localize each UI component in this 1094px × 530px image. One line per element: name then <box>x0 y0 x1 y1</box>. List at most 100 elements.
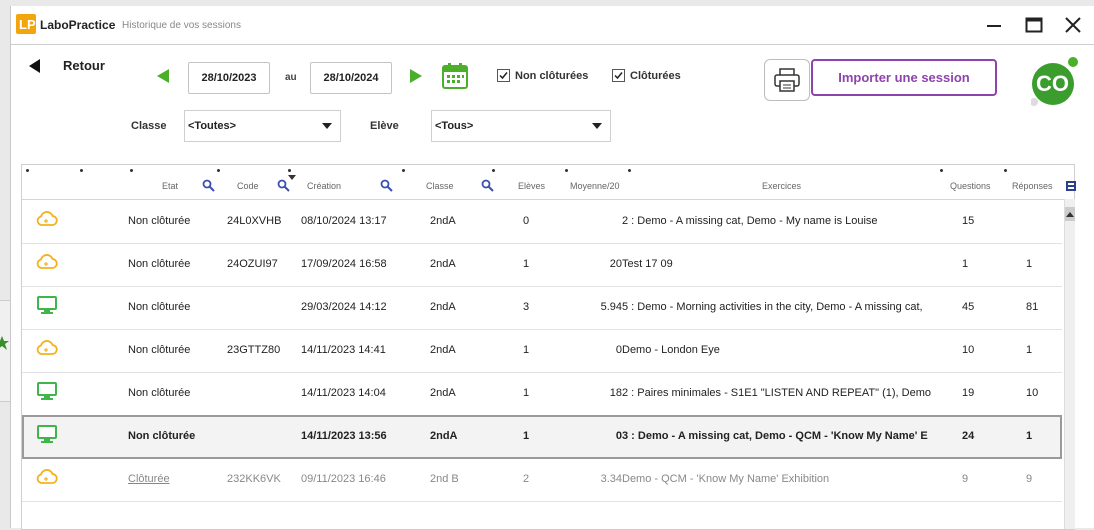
column-resize-handle[interactable] <box>130 169 133 172</box>
cell-moyenne: 18 <box>609 387 622 399</box>
cell-moyenne: 3.34 <box>600 473 622 485</box>
cell-exercices: 3 : Demo - A missing cat, Demo - QCM - '… <box>622 430 928 442</box>
column-header-moyenne[interactable]: Moyenne/20 <box>570 181 620 191</box>
minimize-button[interactable] <box>976 10 1012 40</box>
class-filter-select[interactable]: <Toutes> <box>184 110 341 142</box>
date-range-separator: au <box>285 72 297 83</box>
column-header-classe[interactable]: Classe <box>426 181 454 191</box>
cell-etat: Non clôturée <box>128 344 191 356</box>
column-header-etat[interactable]: Etat <box>162 181 178 191</box>
column-resize-handle[interactable] <box>1004 169 1007 172</box>
vertical-scrollbar[interactable] <box>1064 199 1075 529</box>
cell-questions: 10 <box>962 344 975 356</box>
cell-questions: 1 <box>962 258 969 270</box>
column-resize-handle[interactable] <box>217 169 220 172</box>
labopractice-logo-icon: LP <box>16 14 36 34</box>
app-name: LaboPractice <box>40 18 116 32</box>
cell-creation: 08/10/2024 13:17 <box>301 215 387 227</box>
column-resize-handle[interactable] <box>288 169 291 172</box>
maximize-icon <box>1025 17 1043 33</box>
cell-questions: 24 <box>962 430 975 442</box>
cell-exercices: Demo - London Eye <box>622 344 720 356</box>
cell-exercices: Demo - QCM - 'Know My Name' Exhibition <box>622 473 830 485</box>
filter-open-checkbox[interactable]: Non clôturées <box>497 69 588 82</box>
cell-exercices: Test 17 09 <box>622 258 673 270</box>
window-title: Historique de vos sessions <box>122 20 241 31</box>
local-session-monitor-icon <box>36 424 58 449</box>
column-resize-handle[interactable] <box>628 169 631 172</box>
cell-eleves: 1 <box>523 258 530 270</box>
student-filter-select[interactable]: <Tous> <box>431 110 611 142</box>
cell-questions: 15 <box>962 215 975 227</box>
cloud-session-icon <box>36 467 58 492</box>
column-header-code[interactable]: Code <box>237 181 259 191</box>
search-icon[interactable] <box>202 179 215 192</box>
date-from-field[interactable]: 28/10/2023 <box>188 62 270 94</box>
back-button[interactable]: Retour <box>29 58 105 73</box>
chevron-up-icon <box>1066 211 1074 217</box>
cell-moyenne: 0 <box>615 430 622 442</box>
user-avatar[interactable]: CO <box>1030 56 1081 106</box>
column-header-exercices[interactable]: Exercices <box>762 181 801 191</box>
filter-closed-checkbox[interactable]: Clôturées <box>612 69 681 82</box>
column-resize-handle[interactable] <box>80 169 83 172</box>
svg-text:LP: LP <box>19 17 36 32</box>
cell-classe: 2ndA <box>430 301 456 313</box>
cell-reponses: 1 <box>1026 430 1033 442</box>
next-date-arrow-icon[interactable] <box>410 69 422 83</box>
cloud-session-icon <box>36 209 58 234</box>
column-resize-handle[interactable] <box>402 169 405 172</box>
column-header-reponses[interactable]: Réponses <box>1012 181 1053 191</box>
search-icon[interactable] <box>380 179 393 192</box>
scroll-up-button[interactable] <box>1065 207 1075 221</box>
column-settings-icon[interactable] <box>1066 181 1076 191</box>
table-row[interactable]: Non clôturée 24L0XVHB 08/10/2024 13:17 2ndA… <box>22 200 1062 244</box>
table-row[interactable]: Non clôturée 23GTTZ80 14/11/2023 14:41 2ndA… <box>22 329 1062 373</box>
cell-eleves: 3 <box>523 301 530 313</box>
calendar-icon[interactable] <box>442 63 468 89</box>
column-header-eleves[interactable]: Elèves <box>518 181 545 191</box>
close-button[interactable] <box>1055 10 1091 40</box>
table-row[interactable]: Non clôturée 14/11/2023 13:56 2ndA 1 0 3 : De… <box>22 415 1062 459</box>
cell-reponses: 81 <box>1026 301 1039 313</box>
column-resize-handle[interactable] <box>940 169 943 172</box>
cell-reponses: 1 <box>1026 258 1033 270</box>
column-header-creation[interactable]: Création <box>307 181 341 191</box>
table-row[interactable]: Clôturée 232KK6VK 09/11/2023 16:46 2nd B 2 3.… <box>22 458 1062 502</box>
cell-etat: Non clôturée <box>128 387 191 399</box>
cell-classe: 2ndA <box>430 258 456 270</box>
column-header-questions[interactable]: Questions <box>950 181 991 191</box>
cell-reponses: 9 <box>1026 473 1033 485</box>
date-to-field[interactable]: 28/10/2024 <box>310 62 392 94</box>
local-session-monitor-icon <box>36 295 58 320</box>
table-row[interactable]: Non clôturée 29/03/2024 14:12 2ndA 3 5.94 5 :… <box>22 286 1062 330</box>
search-icon[interactable] <box>277 179 290 192</box>
minimize-icon <box>987 25 1001 27</box>
cell-creation: 14/11/2023 14:04 <box>301 387 386 399</box>
cell-code: 23GTTZ80 <box>227 344 281 356</box>
cell-classe: 2ndA <box>430 215 456 227</box>
cell-eleves: 1 <box>523 430 530 442</box>
cell-moyenne: 0 <box>615 344 622 356</box>
checkbox-checked-icon <box>612 69 625 82</box>
column-resize-handle[interactable] <box>492 169 495 172</box>
back-label: Retour <box>63 58 105 73</box>
import-session-button[interactable]: Importer une session <box>811 59 997 96</box>
title-bar: LP LaboPractice Historique de vos sessio… <box>11 6 1094 45</box>
column-resize-handle[interactable] <box>565 169 568 172</box>
print-button[interactable] <box>764 59 810 101</box>
cell-creation: 29/03/2024 14:12 <box>301 301 387 313</box>
cell-creation: 14/11/2023 13:56 <box>301 430 387 442</box>
cell-exercices: 2 : Paires minimales - S1E1 "LISTEN AND … <box>622 387 931 399</box>
cell-etat: Non clôturée <box>128 301 191 313</box>
table-row[interactable]: Non clôturée 14/11/2023 14:04 2ndA 1 18 2 : P… <box>22 372 1062 416</box>
sort-descending-icon[interactable] <box>288 175 296 180</box>
printer-icon <box>774 68 800 92</box>
chevron-down-icon <box>322 123 332 129</box>
local-session-monitor-icon <box>36 381 58 406</box>
search-icon[interactable] <box>481 179 494 192</box>
previous-date-arrow-icon[interactable] <box>157 69 169 83</box>
maximize-button[interactable] <box>1016 10 1052 40</box>
table-row[interactable]: Non clôturée 24OZUI97 17/09/2024 16:58 2ndA… <box>22 243 1062 287</box>
column-resize-handle[interactable] <box>26 169 29 172</box>
